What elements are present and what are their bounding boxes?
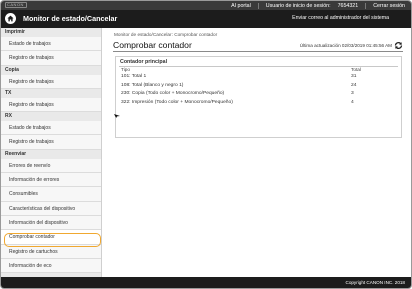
sidebar-item-error-info[interactable]: Información de errores (1, 173, 101, 188)
top-strip: CANON AI portal Usuario de inicio de ses… (1, 1, 411, 10)
counter-type: 101: Total 1 (121, 74, 147, 79)
copyright-text: Copyright CANON INC. 2018 (345, 280, 406, 285)
counter-total: 24 (351, 82, 357, 88)
page-title: Comprobar contador (113, 40, 192, 50)
footer: Copyright CANON INC. 2018 (1, 277, 411, 288)
sidebar-item-device-features[interactable]: Características del dispositivo (1, 201, 101, 216)
sidebar-item-tx-job-log[interactable]: Registro de trabajos (1, 97, 101, 113)
sidebar-section-copy: Copia (1, 65, 101, 75)
counter-total: 4 (351, 99, 354, 105)
panel-title: Contador principal (120, 59, 168, 65)
sidebar-item-consumables[interactable]: Consumibles (1, 187, 101, 202)
separator (365, 2, 367, 9)
sidebar-item-forward-errors[interactable]: Errores de reenvío (1, 158, 101, 174)
column-header-type: Tipo (121, 67, 130, 72)
counter-total: 31 (351, 74, 357, 79)
login-user-id: 7654321 (337, 2, 359, 9)
sidebar-item-copy-job-log[interactable]: Registro de trabajos (1, 74, 101, 89)
sidebar-item-rx-job-status[interactable]: Estado de trabajos (1, 121, 101, 136)
counter-total: 3 (351, 91, 354, 96)
table-row: 230: Copia (Todo color + Monocromo/Peque… (121, 91, 391, 99)
title-divider (113, 51, 403, 52)
sidebar-section-tx: TX (1, 88, 101, 98)
main-content: Monitor de estado/Cancelar: Comprobar co… (102, 28, 411, 277)
sidebar-item-print-job-log[interactable]: Registro de trabajos (1, 51, 101, 66)
header-bar: Monitor de estado/Cancelar Enviar correo… (1, 10, 411, 28)
column-header-total: Total (351, 67, 361, 72)
sidebar-item-rx-job-log[interactable]: Registro de trabajos (1, 135, 101, 150)
counter-type: 322: Impresión (Todo color + Monocromo/P… (121, 99, 233, 105)
active-item-highlight (4, 233, 101, 247)
breadcrumb: Monitor de estado/Cancelar: Comprobar co… (114, 32, 218, 37)
mouse-cursor-icon (114, 114, 120, 118)
page-header-title: Monitor de estado/Cancelar (23, 14, 118, 23)
browser-frame: CANON AI portal Usuario de inicio de ses… (0, 0, 412, 289)
table-row: 108: Total (Blanco y negro 1) 24 (121, 83, 391, 91)
last-updated-text: Última actualización 02/03/2019 01:45:56… (299, 43, 392, 48)
logout-link[interactable]: Cerrar sesión (373, 3, 405, 9)
sidebar-section-print: Imprimir (1, 28, 101, 37)
top-links: AI portal Usuario de inicio de sesión: 7… (231, 1, 405, 10)
login-user-label: Usuario de inicio de sesión: (265, 2, 331, 9)
counter-type: 230: Copia (Todo color + Monocromo/Peque… (121, 91, 225, 96)
table-row: 101: Total 1 31 (121, 74, 391, 82)
sidebar-section-forward: Reenviar (1, 149, 101, 159)
home-icon[interactable] (5, 13, 16, 24)
separator (257, 2, 259, 9)
main-counter-panel: Contador principal Tipo Total 101: Total… (115, 56, 402, 138)
email-admin-link[interactable]: Enviar correo al administrador del siste… (292, 15, 389, 22)
brand-logo: CANON (5, 2, 27, 8)
sidebar-item-print-job-status[interactable]: Estado de trabajos (1, 37, 101, 52)
ai-portal-link[interactable]: AI portal (231, 3, 251, 9)
sidebar-section-rx: RX (1, 112, 101, 122)
table-row: 322: Impresión (Todo color + Monocromo/P… (121, 100, 391, 108)
sidebar-item-eco-info[interactable]: Información de eco (1, 258, 101, 274)
counter-type: 108: Total (Blanco y negro 1) (121, 82, 184, 88)
sidebar-item-device-info[interactable]: Información del dispositivo (1, 215, 101, 231)
